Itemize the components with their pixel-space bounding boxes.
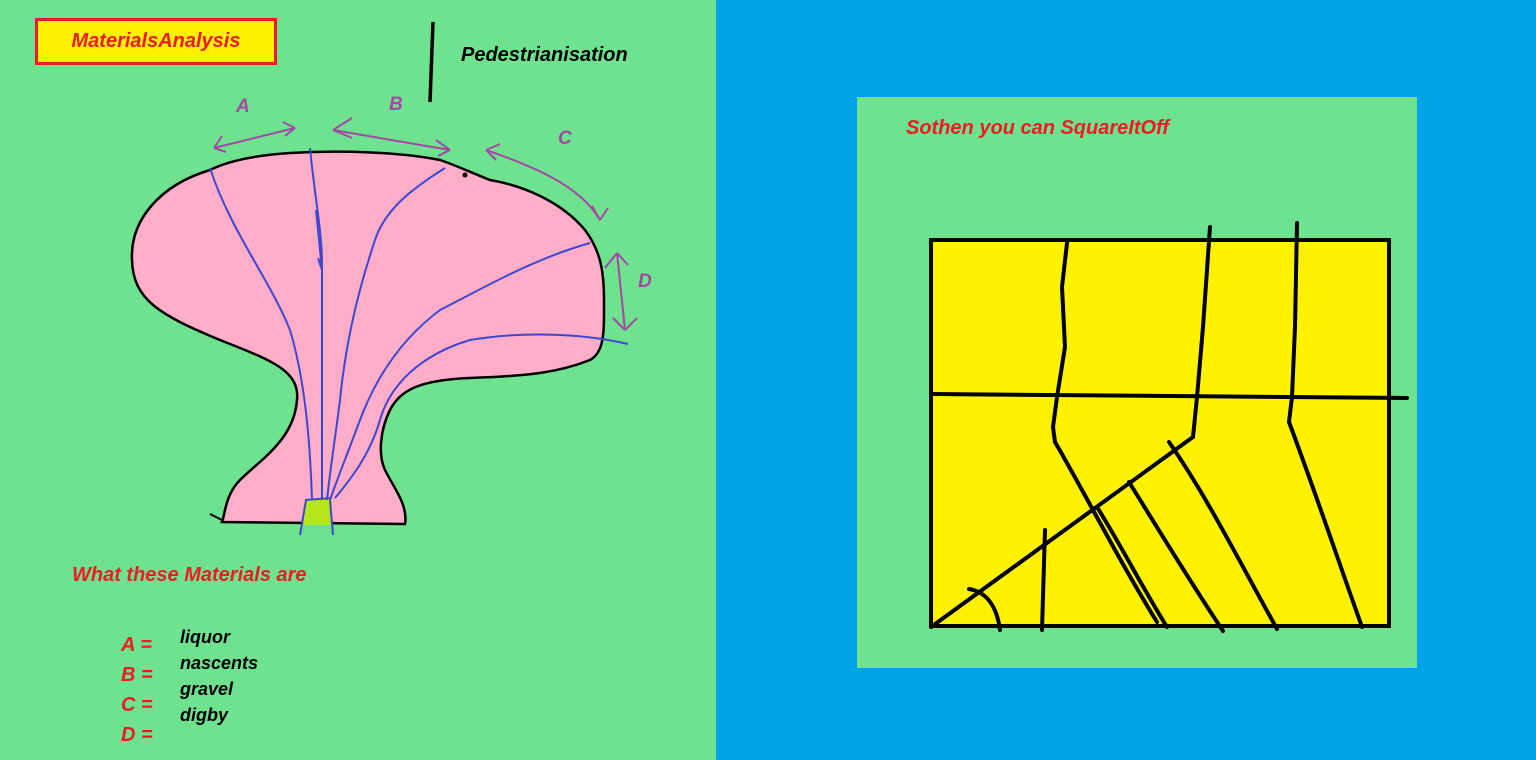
legend-key-c: C = (121, 694, 153, 716)
right-panel: Sothen you can SquareItOff (716, 0, 1536, 760)
zone-label-c: C (558, 128, 572, 149)
mushroom-shape (130, 150, 606, 526)
zone-label-d: D (638, 271, 652, 292)
page-title: MaterialsAnalysis (71, 30, 241, 52)
yellow-square (929, 238, 1391, 628)
legend-value-a: liquor (180, 627, 230, 647)
stem-base (303, 500, 332, 525)
legend-value-d: digby (180, 705, 228, 725)
pedestrianisation-line (428, 21, 435, 103)
squared-diagram (929, 221, 1409, 633)
zone-label-b: B (389, 94, 403, 115)
title-box: MaterialsAnalysis (35, 18, 277, 65)
mushroom-diagram (130, 21, 638, 536)
legend-key-d: D = (121, 724, 153, 746)
pedestrianisation-label: Pedestrianisation (461, 44, 628, 66)
left-panel: MaterialsAnalysis Pedestrianisation A B … (0, 0, 716, 760)
zone-label-a: A (236, 96, 250, 117)
legend-value-b: nascents (180, 653, 259, 673)
legend-value-c: gravel (180, 679, 234, 699)
legend-key-a: A = (121, 634, 152, 656)
square-panel: Sothen you can SquareItOff (857, 97, 1417, 668)
legend-heading: What these Materials are (72, 564, 307, 586)
legend-key-b: B = (121, 664, 153, 686)
